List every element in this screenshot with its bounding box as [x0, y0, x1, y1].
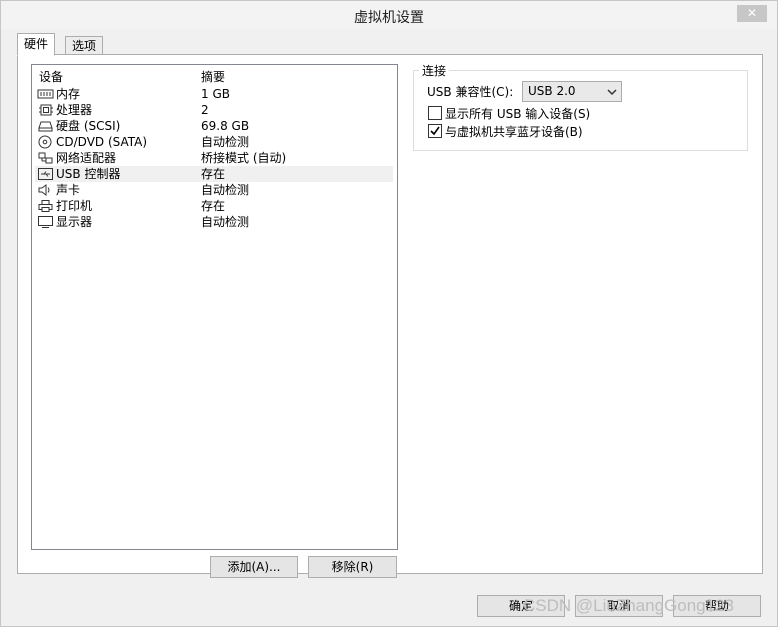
network-adapter-icon — [38, 152, 53, 164]
device-row-cd-dvd[interactable]: CD/DVD (SATA) 自动检测 — [35, 134, 393, 150]
device-row-printer[interactable]: 打印机 存在 — [35, 198, 393, 214]
device-summary: 存在 — [201, 199, 226, 213]
device-row-processor[interactable]: 处理器 2 — [35, 102, 393, 118]
column-header-device[interactable]: 设备 — [39, 68, 63, 85]
usb-compatibility-label: USB 兼容性(C): — [427, 85, 514, 99]
memory-icon — [37, 89, 54, 99]
device-summary: 1 GB — [201, 87, 230, 101]
watermark-text: CSDN @LiuZhangGong123 — [523, 596, 734, 615]
window-title: 虚拟机设置 — [354, 10, 424, 26]
share-bluetooth-label[interactable]: 与虚拟机共享蓝牙设备(B) — [445, 123, 583, 140]
device-list[interactable]: 设备 摘要 内存 1 GB 处理器 2 硬盘 (SCSI) 69.8 GB CD… — [31, 64, 398, 550]
device-summary: 2 — [201, 103, 209, 117]
show-all-usb-label[interactable]: 显示所有 USB 输入设备(S) — [445, 105, 590, 122]
device-name: 打印机 — [56, 199, 93, 213]
display-icon — [38, 216, 53, 228]
device-row-memory[interactable]: 内存 1 GB — [35, 86, 393, 102]
usb-compatibility-select[interactable]: USB 2.0 — [522, 81, 622, 102]
device-name: CD/DVD (SATA) — [56, 135, 148, 149]
device-row-hard-disk[interactable]: 硬盘 (SCSI) 69.8 GB — [35, 118, 393, 134]
device-summary: 自动检测 — [201, 215, 250, 229]
device-name: 处理器 — [56, 103, 93, 117]
usb-compatibility-value: USB 2.0 — [528, 84, 576, 98]
tab-options[interactable]: 选项 — [65, 36, 104, 56]
device-summary: 自动检测 — [201, 183, 250, 197]
device-row-display[interactable]: 显示器 自动检测 — [35, 214, 393, 230]
sound-card-icon — [38, 184, 50, 196]
add-device-button[interactable]: 添加(A)... — [210, 556, 298, 578]
column-header-summary[interactable]: 摘要 — [201, 68, 225, 85]
device-name: USB 控制器 — [56, 167, 121, 181]
remove-device-button[interactable]: 移除(R) — [308, 556, 397, 578]
show-all-usb-checkbox[interactable] — [428, 106, 442, 120]
device-row-usb-controller[interactable]: USB 控制器 存在 — [35, 166, 393, 182]
device-row-network-adapter[interactable]: 网络适配器 桥接模式 (自动) — [35, 150, 393, 166]
close-icon: ✕ — [746, 6, 758, 20]
title-bar: 虚拟机设置 ✕ — [1, 1, 777, 29]
device-name: 硬盘 (SCSI) — [56, 119, 121, 133]
close-button[interactable]: ✕ — [737, 5, 767, 22]
processor-icon — [39, 104, 53, 116]
device-summary: 桥接模式 (自动) — [201, 151, 287, 165]
checkmark-icon — [430, 126, 440, 136]
device-name: 显示器 — [56, 215, 93, 229]
device-name: 内存 — [56, 87, 81, 101]
device-name: 网络适配器 — [56, 151, 117, 165]
chevron-down-icon — [607, 89, 617, 96]
device-summary: 自动检测 — [201, 135, 250, 149]
connection-group-title: 连接 — [419, 62, 450, 79]
tab-hardware[interactable]: 硬件 — [17, 33, 56, 56]
device-summary: 69.8 GB — [201, 119, 250, 133]
device-row-sound-card[interactable]: 声卡 自动检测 — [35, 182, 393, 198]
printer-icon — [38, 200, 53, 212]
usb-controller-icon — [38, 168, 53, 180]
cd-dvd-icon — [38, 135, 52, 149]
hard-disk-icon — [38, 121, 53, 132]
device-summary: 存在 — [201, 167, 226, 181]
share-bluetooth-checkbox[interactable] — [428, 124, 442, 138]
device-name: 声卡 — [56, 183, 81, 197]
